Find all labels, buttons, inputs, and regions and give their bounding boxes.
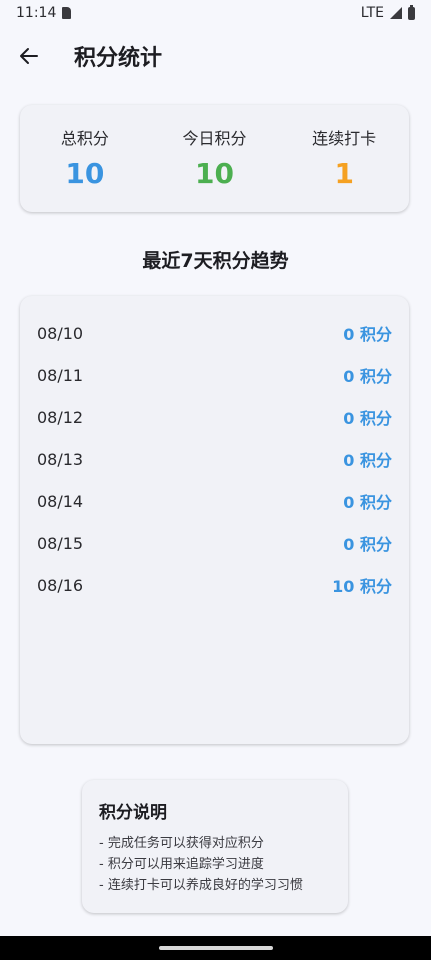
arrow-left-icon (20, 48, 38, 64)
summary-total-label: 总积分 (60, 129, 109, 148)
sim-card-icon (62, 7, 72, 19)
summary-today: 今日积分 10 (150, 105, 280, 212)
trend-card: 08/10 0 积分 08/11 0 积分 08/12 0 积分 08/13 0… (20, 296, 409, 744)
trend-points: 10 积分 (332, 577, 392, 596)
network-type: LTE (360, 5, 384, 21)
info-line: - 积分可以用来追踪学习进度 (99, 857, 264, 872)
trend-title: 最近7天积分趋势 (142, 250, 289, 272)
system-nav-bar (0, 936, 431, 960)
trend-points: 0 积分 (343, 451, 392, 470)
trend-row: 08/11 0 积分 (20, 354, 409, 396)
app-bar: 积分统计 (0, 30, 431, 82)
status-time: 11:14 (16, 5, 57, 21)
status-right: LTE (360, 4, 415, 21)
trend-row: 08/13 0 积分 (20, 438, 409, 480)
summary-streak-value: 1 (334, 157, 354, 190)
summary-total-value: 10 (65, 157, 105, 190)
status-left: 11:14 (16, 5, 72, 21)
trend-date: 08/13 (37, 449, 84, 469)
home-handle[interactable] (158, 946, 273, 950)
trend-row: 08/10 0 积分 (20, 312, 409, 354)
summary-card: 总积分 10 今日积分 10 连续打卡 1 (20, 105, 409, 212)
signal-icon (390, 7, 402, 19)
back-button[interactable] (15, 42, 43, 70)
trend-row: 08/16 10 积分 (20, 564, 409, 606)
trend-date: 08/10 (37, 323, 84, 343)
trend-row: 08/15 0 积分 (20, 522, 409, 564)
status-bar: 11:14 LTE (0, 0, 431, 26)
summary-total: 总积分 10 (20, 105, 150, 212)
summary-streak-label: 连续打卡 (312, 129, 377, 148)
page-title: 积分统计 (74, 46, 163, 71)
info-card: 积分说明 - 完成任务可以获得对应积分 - 积分可以用来追踪学习进度 - 连续打… (82, 780, 348, 913)
battery-icon (408, 4, 415, 20)
trend-row: 08/12 0 积分 (20, 396, 409, 438)
trend-points: 0 积分 (343, 367, 392, 386)
trend-points: 0 积分 (343, 409, 392, 428)
trend-points: 0 积分 (343, 325, 392, 344)
trend-date: 08/15 (37, 533, 84, 553)
trend-date: 08/14 (37, 491, 84, 511)
trend-date: 08/11 (37, 365, 84, 385)
summary-today-label: 今日积分 (182, 129, 247, 148)
trend-date: 08/16 (37, 575, 84, 595)
info-line: - 完成任务可以获得对应积分 (99, 836, 264, 851)
trend-date: 08/12 (37, 407, 84, 427)
info-line: - 连续打卡可以养成良好的学习习惯 (99, 878, 303, 893)
summary-today-value: 10 (195, 157, 234, 190)
trend-row: 08/14 0 积分 (20, 480, 409, 522)
trend-points: 0 积分 (343, 535, 392, 554)
trend-points: 0 积分 (343, 493, 392, 512)
summary-streak: 连续打卡 1 (279, 105, 409, 212)
info-title: 积分说明 (99, 803, 167, 823)
